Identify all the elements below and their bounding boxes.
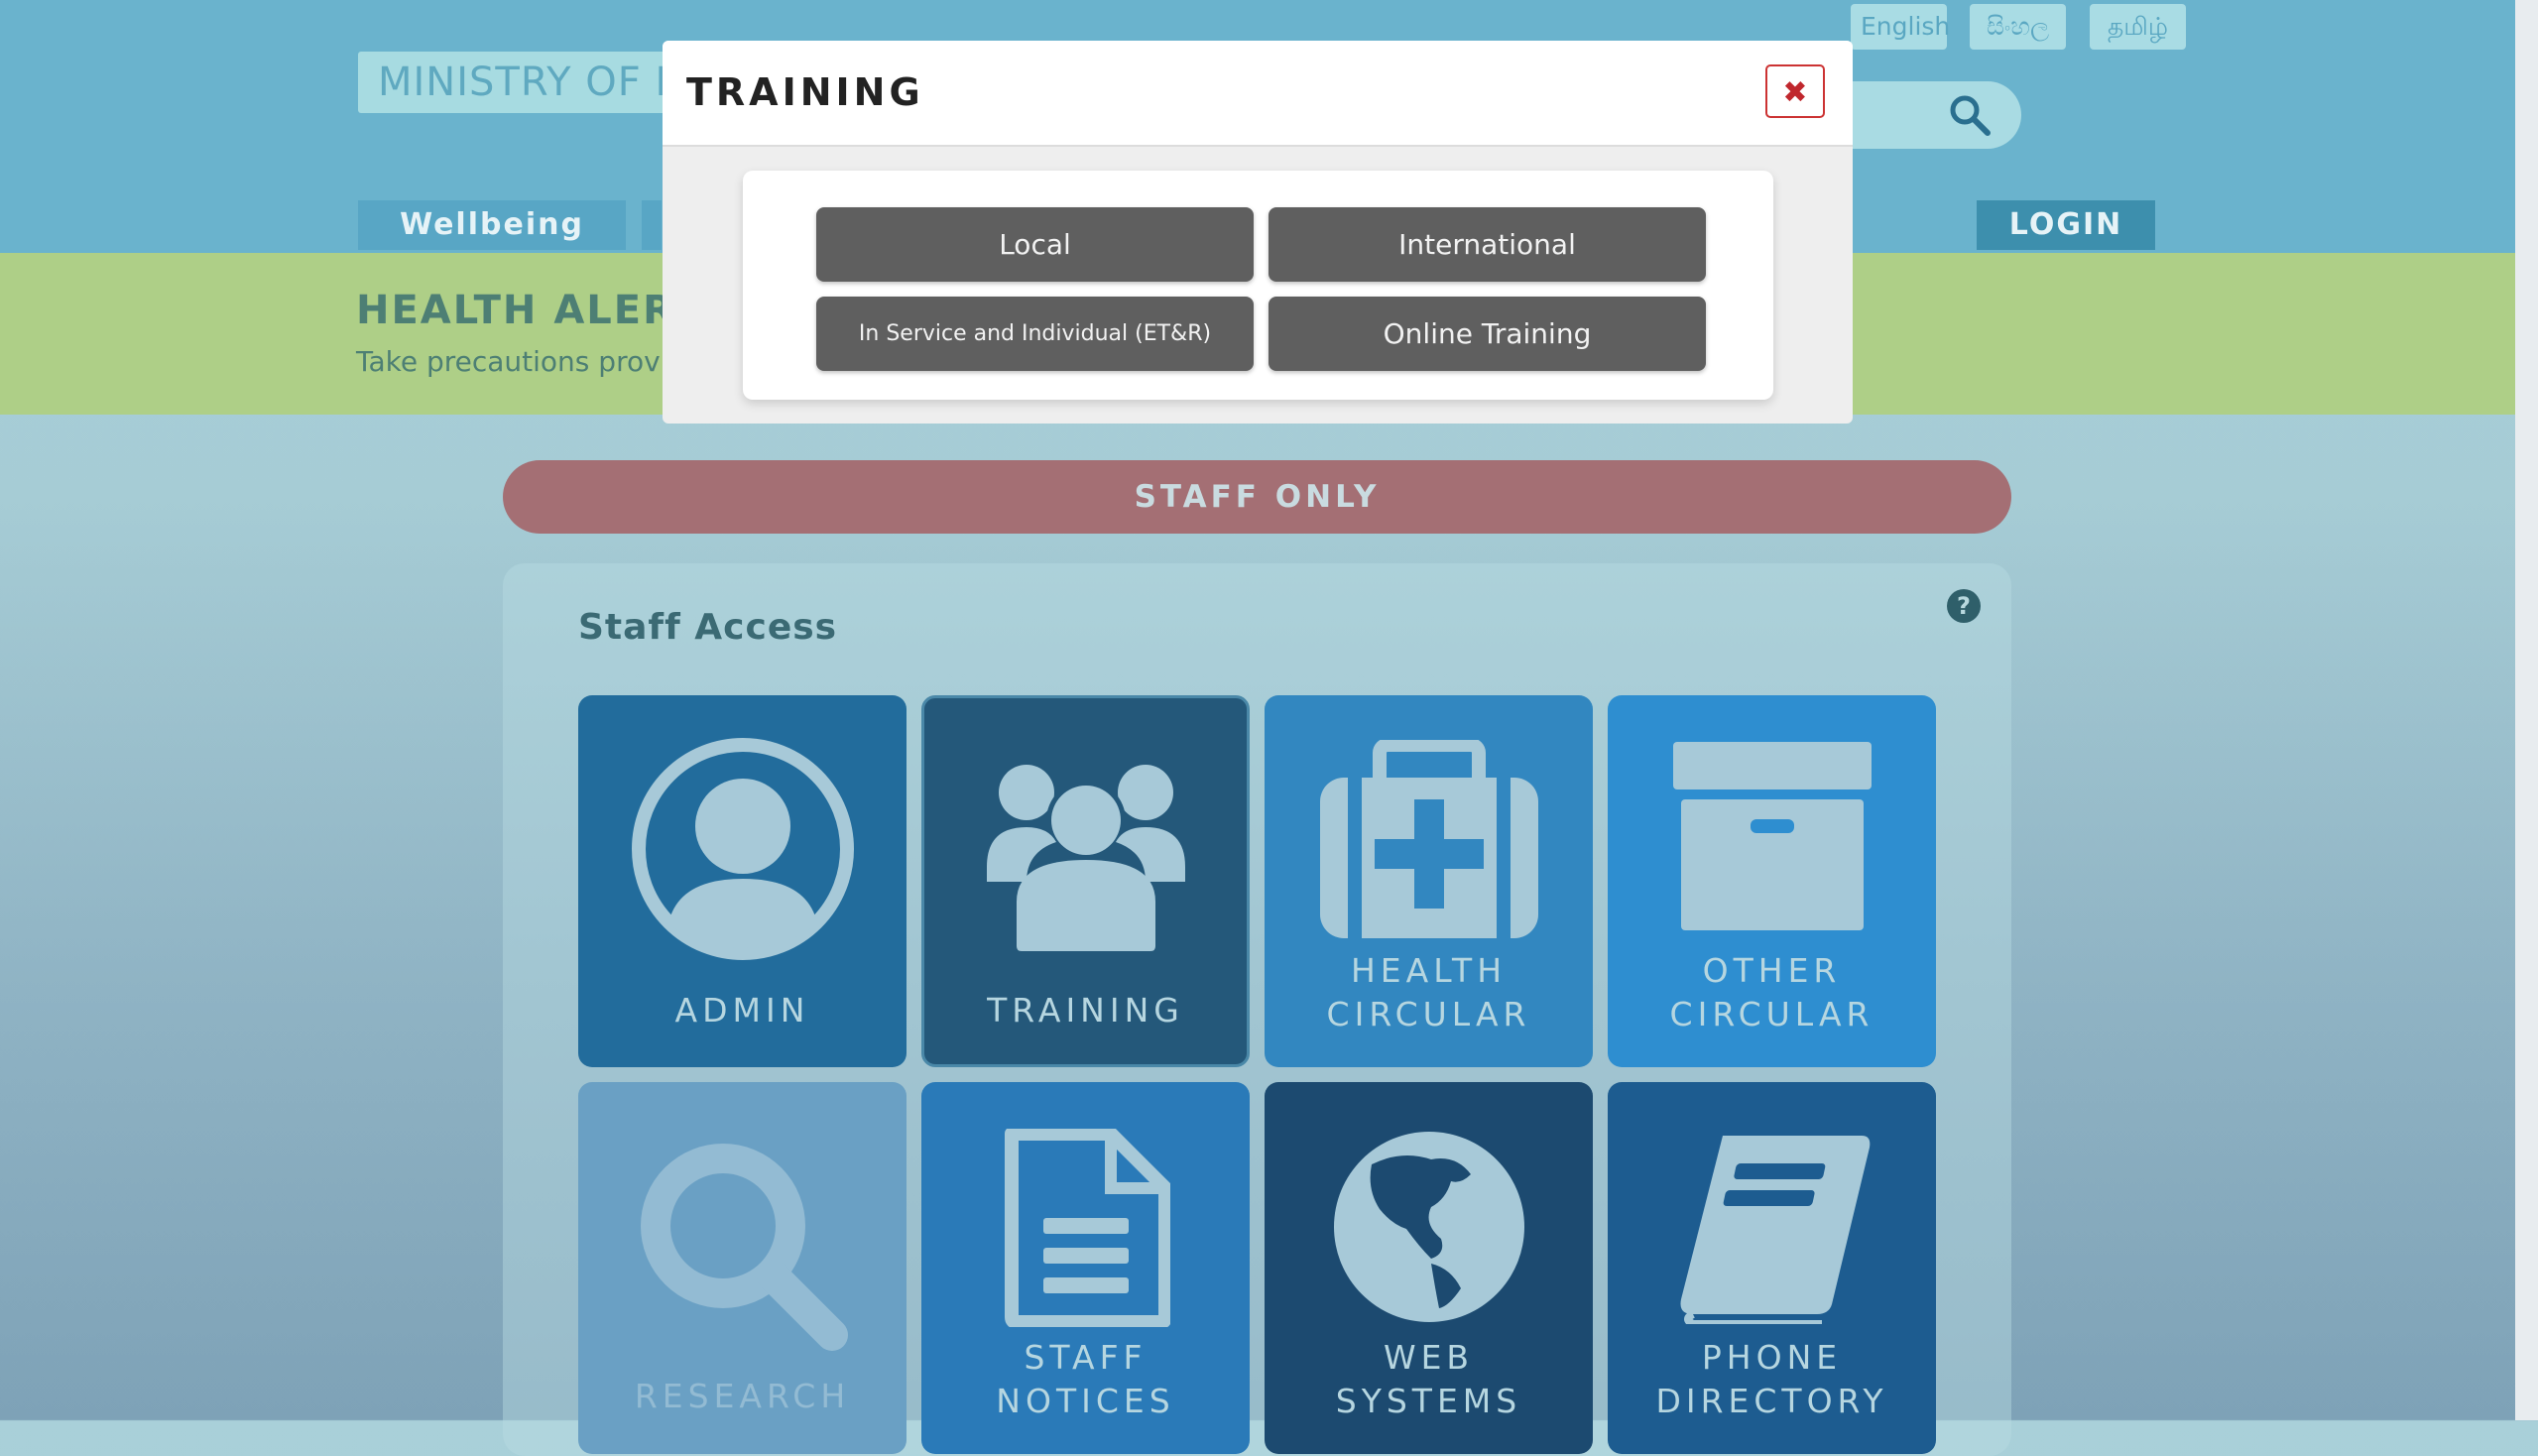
international-button[interactable]: International — [1269, 207, 1706, 282]
tile-label: ADMIN — [674, 991, 810, 1030]
login-button[interactable]: LOGIN — [1977, 200, 2155, 250]
alert-text: Take precautions prov — [356, 345, 661, 378]
modal-header: TRAINING ✖ — [663, 41, 1853, 147]
tile-label: RESEARCH — [634, 1377, 851, 1415]
tile-label-line-1: PHONE — [1701, 1338, 1843, 1377]
nav-item-partial[interactable] — [642, 200, 662, 250]
globe-icon — [1333, 1132, 1524, 1322]
tile-label-line-1: STAFF — [1024, 1338, 1148, 1377]
panel-title: Staff Access — [578, 607, 838, 648]
tile-label-line-2: CIRCULAR — [1669, 995, 1874, 1033]
tile-staff-notices[interactable]: STAFF NOTICES — [921, 1082, 1250, 1454]
tile-health-circular[interactable]: HEALTH CIRCULAR — [1265, 695, 1593, 1067]
lang-english[interactable]: English — [1851, 4, 1950, 50]
tile-training[interactable]: TRAINING — [921, 695, 1250, 1067]
close-icon: ✖ — [1782, 75, 1808, 110]
scrollbar[interactable] — [2515, 0, 2538, 1420]
training-modal: TRAINING ✖ Local International In Servic… — [663, 41, 1853, 424]
local-button[interactable]: Local — [816, 207, 1254, 282]
tile-other-circular[interactable]: OTHER CIRCULAR — [1608, 695, 1936, 1067]
close-button[interactable]: ✖ — [1765, 64, 1825, 118]
tile-web-systems[interactable]: WEB SYSTEMS — [1265, 1082, 1593, 1454]
archive-box-icon — [1672, 742, 1872, 930]
medical-kit-icon — [1319, 740, 1538, 938]
tile-research[interactable]: RESEARCH — [578, 1082, 906, 1454]
tile-label-line-2: SYSTEMS — [1335, 1382, 1522, 1420]
user-circle-icon — [631, 738, 854, 960]
tile-label-line-1: HEALTH — [1350, 951, 1508, 990]
lang-tamil[interactable]: தமிழ் — [2090, 4, 2186, 50]
alert-title: HEALTH ALERT — [356, 288, 703, 333]
users-group-icon — [986, 765, 1185, 951]
tile-label: TRAINING — [987, 991, 1184, 1030]
document-icon — [1004, 1129, 1170, 1327]
nav-wellbeing[interactable]: Wellbeing — [358, 200, 626, 250]
tile-label-line-1: WEB — [1383, 1338, 1475, 1377]
tile-label-line-1: OTHER — [1702, 951, 1842, 990]
modal-body: Local International In Service and Indiv… — [743, 171, 1773, 400]
staff-only-banner: STAFF ONLY — [503, 460, 2011, 534]
tile-label-line-2: NOTICES — [996, 1382, 1175, 1420]
tile-admin[interactable]: ADMIN — [578, 695, 906, 1067]
tile-label-line-2: DIRECTORY — [1655, 1382, 1888, 1420]
help-icon[interactable]: ? — [1947, 589, 1981, 623]
in-service-button[interactable]: In Service and Individual (ET&R) — [816, 297, 1254, 371]
search-icon — [640, 1144, 848, 1351]
book-icon — [1680, 1136, 1870, 1324]
search-icon[interactable] — [1948, 93, 1992, 141]
online-training-button[interactable]: Online Training — [1269, 297, 1706, 371]
lang-sinhala[interactable]: සිංහල — [1970, 4, 2066, 50]
tile-label-line-2: CIRCULAR — [1326, 995, 1531, 1033]
tile-phone-directory[interactable]: PHONE DIRECTORY — [1608, 1082, 1936, 1454]
modal-title: TRAINING — [686, 70, 924, 114]
